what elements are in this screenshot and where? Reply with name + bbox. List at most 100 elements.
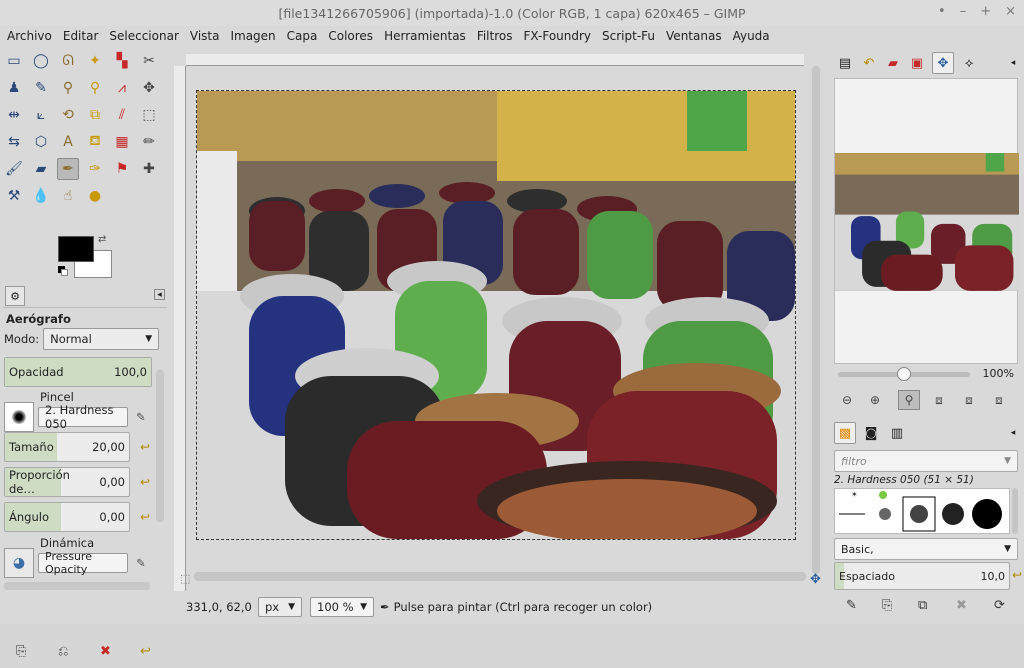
horizontal-ruler[interactable]: [186, 54, 804, 66]
menu-ayuda[interactable]: Ayuda: [730, 29, 773, 43]
brush-filter-input[interactable]: filtro ▼: [834, 450, 1018, 472]
shear-icon[interactable]: ⫽: [111, 104, 133, 126]
menu-fx-foundry[interactable]: FX-Foundry: [520, 29, 594, 43]
zoom-slider-handle[interactable]: [897, 367, 911, 381]
measure-icon[interactable]: ⩘: [111, 77, 133, 99]
menu-seleccionar[interactable]: Seleccionar: [106, 29, 181, 43]
fit-image-icon[interactable]: ⧈: [928, 390, 950, 410]
paintbrush-icon[interactable]: 🖌: [3, 158, 25, 180]
aspect-ratio-slider[interactable]: Proporción de… 0,00: [4, 467, 130, 497]
unit-dropdown[interactable]: px ▼: [258, 597, 302, 617]
navigation-tab-icon[interactable]: ✥: [932, 52, 954, 74]
gradients-tab-icon[interactable]: ▥: [886, 422, 908, 444]
brush-preview[interactable]: [4, 402, 34, 432]
tab-menu-icon[interactable]: ◂: [154, 289, 165, 300]
canvas-hscrollbar[interactable]: [194, 572, 806, 581]
tab-menu-icon[interactable]: ◂: [1002, 52, 1024, 74]
dynamics-field[interactable]: Pressure Opacity: [38, 550, 128, 576]
foreground-select-icon[interactable]: ♟: [3, 77, 25, 99]
reset-spacing-icon[interactable]: ↩: [1012, 568, 1022, 582]
brush-tag-field[interactable]: Basic, ▼: [834, 538, 1018, 560]
clone-icon[interactable]: ⚑: [111, 158, 133, 180]
brush-grid-scrollbar[interactable]: [1012, 488, 1018, 534]
save-options-icon[interactable]: ⎘: [16, 644, 26, 659]
rect-select-icon[interactable]: ▭: [3, 50, 25, 72]
reset-options-icon[interactable]: ↩: [140, 644, 151, 659]
scale-icon[interactable]: ⧉: [84, 104, 106, 126]
paths-icon[interactable]: ✎: [30, 77, 52, 99]
paths-tab-icon[interactable]: ⟡: [958, 52, 980, 74]
brushes-tab-icon[interactable]: ▩: [834, 422, 856, 444]
perspective-clone-icon[interactable]: ⚒: [3, 185, 25, 207]
navigation-preview[interactable]: [834, 78, 1019, 364]
blur-icon[interactable]: 💧: [30, 185, 52, 207]
shrink-wrap-icon[interactable]: ⧈: [988, 390, 1010, 410]
default-colors-icon[interactable]: [58, 266, 68, 276]
undo-history-tab-icon[interactable]: ↶: [858, 52, 880, 74]
palette-tab-icon[interactable]: ▣: [906, 52, 928, 74]
menu-ventanas[interactable]: Ventanas: [663, 29, 725, 43]
minimize-button[interactable]: –: [960, 4, 967, 19]
fill-window-icon[interactable]: ⧈: [958, 390, 980, 410]
perspective-icon[interactable]: ⬚: [138, 104, 160, 126]
zoom-slider-track[interactable]: [838, 367, 970, 381]
maximize-button[interactable]: +: [980, 4, 991, 19]
foreground-color[interactable]: [58, 236, 94, 262]
new-brush-icon[interactable]: ⎘: [882, 598, 892, 613]
rotate-icon[interactable]: ⟲: [57, 104, 79, 126]
scissors-icon[interactable]: ✂: [138, 50, 160, 72]
channels-tab-icon[interactable]: ▰: [882, 52, 904, 74]
layers-tab-icon[interactable]: ▤: [834, 52, 856, 74]
opacity-slider[interactable]: Opacidad 100,0: [4, 357, 152, 387]
menu-imagen[interactable]: Imagen: [227, 29, 278, 43]
mode-dropdown[interactable]: Normal ▼: [43, 328, 160, 350]
patterns-tab-icon[interactable]: ◙: [860, 422, 882, 444]
move-icon[interactable]: ✥: [138, 77, 160, 99]
menu-filtros[interactable]: Filtros: [474, 29, 516, 43]
swap-colors-icon[interactable]: ⇄: [98, 234, 106, 245]
duplicate-brush-icon[interactable]: ⧉: [918, 598, 927, 613]
align-icon[interactable]: ⇹: [3, 104, 25, 126]
dynamics-icon[interactable]: ◕: [4, 548, 34, 578]
tool-options-hscrollbar[interactable]: [4, 582, 150, 590]
color-picker-icon[interactable]: ⚲: [57, 77, 79, 99]
delete-brush-icon[interactable]: ✖: [956, 598, 967, 613]
text-icon[interactable]: A: [57, 131, 79, 153]
menu-script-fu[interactable]: Script-Fu: [599, 29, 658, 43]
edit-dynamics-icon[interactable]: ✎: [136, 556, 146, 570]
airbrush-icon[interactable]: ✒: [57, 158, 79, 180]
refresh-brushes-icon[interactable]: ⟳: [994, 598, 1005, 613]
eraser-icon[interactable]: ▰: [30, 158, 52, 180]
reset-ratio-icon[interactable]: ↩: [136, 473, 154, 491]
zoom-in-icon[interactable]: ⊕: [864, 390, 886, 410]
fuzzy-select-icon[interactable]: ✦: [84, 50, 106, 72]
quick-mask-icon[interactable]: ⬚: [180, 572, 190, 585]
navigate-icon[interactable]: ✥: [810, 572, 821, 587]
restore-options-icon[interactable]: ⎌: [58, 644, 68, 659]
navigation-thumbnail[interactable]: [835, 153, 1019, 291]
crop-icon[interactable]: ⟀: [30, 104, 52, 126]
tool-options-scrollbar[interactable]: [156, 370, 164, 522]
ellipse-select-icon[interactable]: ◯: [30, 50, 52, 72]
window-menu-button[interactable]: •: [938, 4, 946, 19]
bucket-fill-icon[interactable]: ⛾: [84, 131, 106, 153]
dodge-burn-icon[interactable]: ●: [84, 185, 106, 207]
zoom-out-icon[interactable]: ⊖: [836, 390, 858, 410]
cage-icon[interactable]: ⬡: [30, 131, 52, 153]
canvas-area[interactable]: [186, 66, 804, 591]
menu-herramientas[interactable]: Herramientas: [381, 29, 469, 43]
zoom-dropdown[interactable]: 100 % ▼: [310, 597, 374, 617]
edit-brush-icon[interactable]: ✎: [136, 410, 146, 424]
free-select-icon[interactable]: ᘏ: [57, 50, 79, 72]
color-select-icon[interactable]: ▚: [111, 50, 133, 72]
brush-spacing-slider[interactable]: Espaciado 10,0: [834, 562, 1010, 590]
delete-options-icon[interactable]: ✖: [100, 644, 111, 659]
tool-options-tab-icon[interactable]: ⚙: [5, 286, 25, 306]
heal-icon[interactable]: ✚: [138, 158, 160, 180]
reset-size-icon[interactable]: ↩: [136, 438, 154, 456]
menu-archivo[interactable]: Archivo: [4, 29, 55, 43]
menu-capa[interactable]: Capa: [284, 29, 321, 43]
flip-icon[interactable]: ⇆: [3, 131, 25, 153]
smudge-icon[interactable]: ☝: [57, 185, 79, 207]
menu-editar[interactable]: Editar: [60, 29, 102, 43]
